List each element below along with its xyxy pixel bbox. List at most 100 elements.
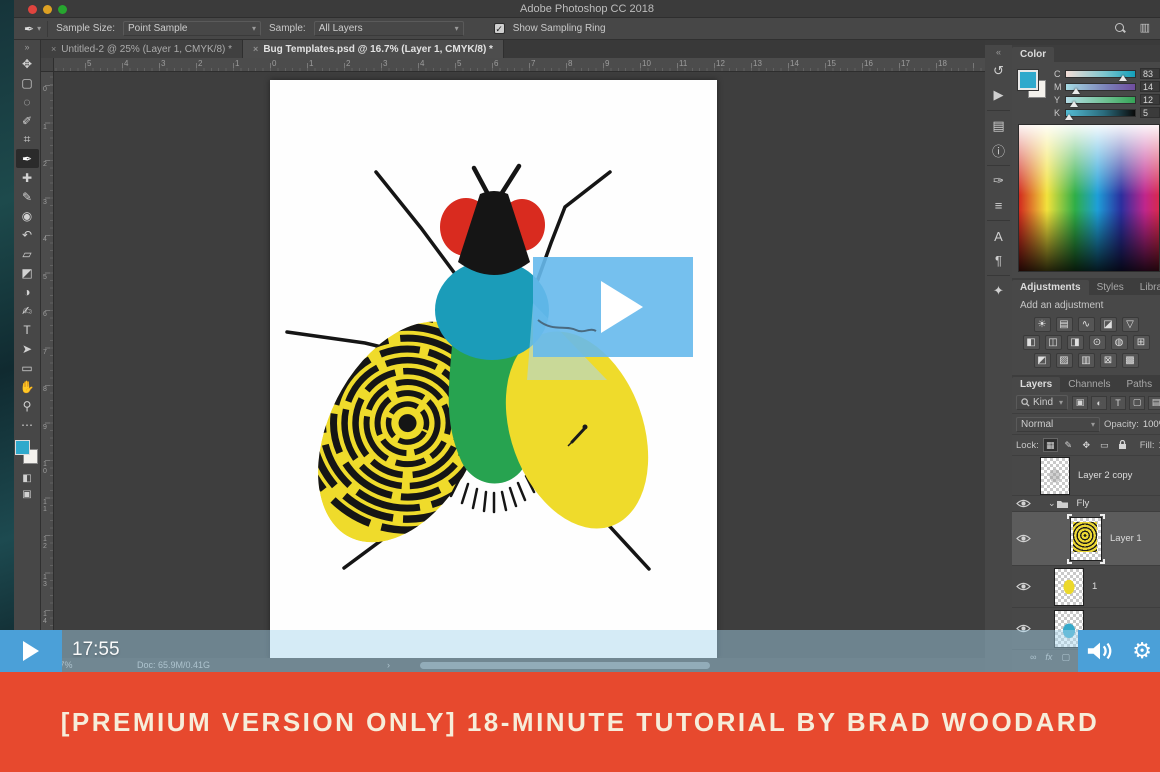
brightness-contrast-adjustment-icon[interactable]: ☀ — [1034, 317, 1051, 332]
gradient-map-adjustment-icon[interactable]: ⊠ — [1100, 353, 1117, 368]
tab-adj-styles[interactable]: Styles — [1089, 280, 1132, 295]
filter-pixel-layers-icon[interactable]: ▣ — [1072, 396, 1088, 410]
filter-type-layers-icon[interactable]: T — [1110, 396, 1126, 410]
tool-edit-toolbar[interactable]: ⋯ — [16, 415, 39, 434]
foreground-color-swatch[interactable] — [15, 440, 30, 455]
tool-healing-brush[interactable]: ✚ — [16, 168, 39, 187]
layer-row[interactable]: 1 — [1012, 566, 1160, 608]
quick-mask-button[interactable]: ◧ — [16, 470, 39, 486]
share-panel-icon[interactable]: ✦ — [987, 279, 1010, 303]
layer-visibility-toggle[interactable] — [1012, 533, 1034, 544]
invert-adjustment-icon[interactable]: ◩ — [1034, 353, 1051, 368]
tool-clone-stamp[interactable]: ◉ — [16, 206, 39, 225]
opacity-value[interactable]: 100% — [1143, 419, 1160, 430]
selective-color-adjustment-icon[interactable]: ▩ — [1122, 353, 1139, 368]
tab-layers-layers[interactable]: Layers — [1012, 377, 1060, 392]
tool-shape[interactable]: ▭ — [16, 358, 39, 377]
slider-knob[interactable] — [1072, 88, 1080, 94]
lock-artboard-button[interactable]: ▭ — [1097, 438, 1112, 452]
collapse-toolbar-icon[interactable]: » — [24, 42, 29, 54]
channel-value[interactable]: 14 — [1140, 81, 1160, 92]
slider-knob[interactable] — [1070, 101, 1078, 107]
history-panel-icon[interactable]: ↺ — [987, 59, 1010, 83]
curves-adjustment-icon[interactable]: ∿ — [1078, 317, 1095, 332]
play-button[interactable] — [0, 630, 62, 672]
tool-quick-selection[interactable]: ✐ — [16, 111, 39, 130]
tool-lasso[interactable]: ◌ — [16, 92, 39, 111]
channel-slider-k[interactable] — [1065, 109, 1136, 117]
slider-knob[interactable] — [1119, 75, 1127, 81]
tool-presets-panel-icon[interactable]: ≡ — [987, 193, 1010, 217]
tool-marquee[interactable]: ▢ — [16, 73, 39, 92]
actions-panel-icon[interactable]: ▶ — [987, 83, 1010, 107]
layer-row[interactable]: Layer 2 copy — [1012, 456, 1160, 496]
posterize-adjustment-icon[interactable]: ▨ — [1056, 353, 1073, 368]
color-balance-adjustment-icon[interactable]: ◫ — [1045, 335, 1062, 350]
layer-group-row[interactable]: ⌄Fly — [1012, 496, 1160, 512]
info-panel-icon[interactable]: ⓘ — [987, 138, 1010, 162]
filter-shape-layers-icon[interactable]: ▢ — [1129, 396, 1145, 410]
layer-visibility-toggle[interactable] — [1012, 498, 1034, 509]
sample-size-select[interactable]: Point Sample▾ — [123, 21, 261, 36]
slider-knob[interactable] — [1065, 114, 1073, 120]
lock-position-button[interactable]: ✥ — [1079, 438, 1094, 452]
group-caret-icon[interactable]: ⌄ — [1048, 498, 1056, 509]
filter-adjustment-layers-icon[interactable]: ◐ — [1091, 396, 1107, 410]
gear-icon[interactable]: ⚙ — [1132, 641, 1152, 661]
show-sampling-ring-checkbox[interactable]: ✓ — [494, 23, 505, 34]
layer-row[interactable]: Layer 1 — [1012, 512, 1160, 566]
tool-gradient[interactable]: ◩ — [16, 263, 39, 282]
channel-value[interactable]: 12 — [1140, 94, 1160, 105]
tool-hand[interactable]: ✋ — [16, 377, 39, 396]
tool-type[interactable]: T — [16, 320, 39, 339]
channel-slider-m[interactable] — [1065, 83, 1136, 91]
tool-eyedropper[interactable]: ✒ — [16, 149, 39, 168]
close-tab-icon[interactable]: × — [51, 44, 56, 54]
layer-thumbnail[interactable] — [1070, 517, 1102, 561]
tool-history-brush[interactable]: ↶ — [16, 225, 39, 244]
color-spectrum-ramp[interactable] — [1018, 124, 1160, 272]
brush-settings-panel-icon[interactable]: ✑ — [987, 169, 1010, 193]
document-tab[interactable]: ×Bug Templates.psd @ 16.7% (Layer 1, CMY… — [243, 40, 504, 58]
lock-image-pixels-button[interactable]: ✎ — [1061, 438, 1076, 452]
channel-mixer-adjustment-icon[interactable]: ◍ — [1111, 335, 1128, 350]
tab-layers-paths[interactable]: Paths — [1119, 377, 1160, 392]
active-tool-preview[interactable]: ✒ ▾ — [24, 21, 48, 37]
channel-slider-y[interactable] — [1065, 96, 1136, 104]
tool-zoom[interactable]: ⚲ — [16, 396, 39, 415]
paragraph-panel-icon[interactable]: ¶ — [987, 248, 1010, 272]
black-white-adjustment-icon[interactable]: ◨ — [1067, 335, 1084, 350]
foreground-color-swatch[interactable] — [1018, 70, 1038, 90]
device-preview-panel-icon[interactable]: ▤ — [987, 114, 1010, 138]
tab-adj-libraries[interactable]: Libraries — [1132, 280, 1160, 295]
levels-adjustment-icon[interactable]: ▤ — [1056, 317, 1073, 332]
expand-dock-icon[interactable]: « — [996, 47, 1001, 59]
tool-crop[interactable]: ⌗ — [16, 130, 39, 149]
tool-pen[interactable]: ✍ — [16, 301, 39, 320]
photo-filter-adjustment-icon[interactable]: ⊙ — [1089, 335, 1106, 350]
layer-thumbnail[interactable] — [1040, 457, 1070, 495]
layer-visibility-toggle[interactable] — [1012, 581, 1034, 592]
tool-brush[interactable]: ✎ — [16, 187, 39, 206]
tab-color[interactable]: Color — [1012, 47, 1054, 62]
search-icon[interactable] — [1114, 22, 1126, 34]
channel-value[interactable]: 5 — [1140, 107, 1160, 118]
tool-dodge[interactable]: ◑ — [16, 282, 39, 301]
lock-all-button[interactable] — [1115, 438, 1130, 452]
tab-layers-channels[interactable]: Channels — [1060, 377, 1118, 392]
close-tab-icon[interactable]: × — [253, 44, 258, 54]
tool-move[interactable]: ✥ — [16, 54, 39, 73]
filter-smart-objects-icon[interactable]: ▤ — [1148, 396, 1160, 410]
exposure-adjustment-icon[interactable]: ◪ — [1100, 317, 1117, 332]
workspace-icon[interactable]: ▥ — [1140, 21, 1150, 34]
tab-adj-adjustments[interactable]: Adjustments — [1012, 280, 1089, 295]
blend-mode-select[interactable]: Normal▾ — [1016, 417, 1100, 432]
hue-saturation-adjustment-icon[interactable]: ◧ — [1023, 335, 1040, 350]
vibrance-adjustment-icon[interactable]: ▽ — [1122, 317, 1139, 332]
document-tab[interactable]: ×Untitled-2 @ 25% (Layer 1, CMYK/8) * — [41, 40, 243, 58]
volume-icon[interactable] — [1086, 640, 1114, 662]
threshold-adjustment-icon[interactable]: ▥ — [1078, 353, 1095, 368]
channel-value[interactable]: 83 — [1140, 68, 1160, 79]
tool-path-selection[interactable]: ➤ — [16, 339, 39, 358]
artwork-canvas[interactable] — [270, 80, 717, 661]
